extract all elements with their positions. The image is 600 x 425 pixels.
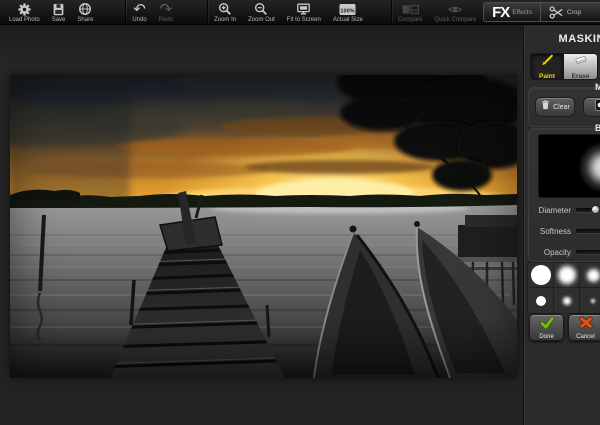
cancel-label: Cancel: [576, 333, 595, 340]
brush-preset-dot: [586, 268, 600, 282]
brush-preset-dot: [557, 266, 576, 284]
brush-preset-2[interactable]: [554, 263, 580, 288]
toolbar-button-label: Quick Compare: [434, 17, 477, 23]
toolbar-group: Load Photo Save Share: [3, 0, 99, 24]
brush-section: Brush Diameter Softness Opacity: [528, 123, 600, 262]
monitor-icon: [296, 2, 311, 16]
toolbar-button-label: Load Photo: [9, 17, 40, 23]
magnifier-plus-icon: [218, 2, 232, 16]
brush-preset-dot: [562, 296, 571, 305]
undo-arrow-icon: ↶: [133, 0, 146, 18]
toolbar-button-redo[interactable]: ↷ Redo: [153, 0, 179, 24]
diameter-slider-track[interactable]: [576, 205, 600, 214]
diameter-slider-knob[interactable]: [591, 205, 600, 214]
toolbar-button-share[interactable]: Share: [71, 0, 99, 24]
toolbar-button-label: Zoom Out: [248, 17, 275, 23]
cancel-button[interactable]: Cancel: [568, 314, 600, 341]
brush-preset-dot: [530, 265, 551, 285]
trash-icon: [540, 98, 551, 116]
toolbar-button-compare[interactable]: FX Compare: [392, 0, 429, 24]
toolbar-button-quick-compare[interactable]: Quick Compare: [429, 0, 483, 24]
fx-logo: FX: [492, 3, 510, 21]
toolbar-button-save[interactable]: Save: [46, 0, 72, 24]
brush-preset-4[interactable]: [528, 288, 554, 313]
fx-effects-label: Effects: [512, 8, 532, 16]
brush-section-header: Brush: [595, 123, 600, 133]
x-icon: [578, 315, 593, 334]
opacity-slider-track[interactable]: [576, 250, 600, 254]
toolbar-button-label: Actual Size: [332, 17, 363, 23]
softness-slider[interactable]: Softness: [531, 225, 600, 237]
brush-preset-6[interactable]: [580, 288, 600, 313]
softness-slider-track[interactable]: [576, 229, 600, 233]
compare-panels-icon: FX: [402, 2, 419, 16]
share-globe-icon: [78, 2, 92, 16]
toolbar-button-load-photo[interactable]: Load Photo: [3, 0, 46, 24]
svg-text:100%: 100%: [341, 8, 355, 14]
invert-mask-icon: [595, 98, 600, 116]
photo-scene: [10, 75, 517, 378]
toolbar-button-zoom-out[interactable]: Zoom Out: [242, 0, 281, 24]
slider-label: Opacity: [543, 247, 571, 257]
toolbar-button-label: Fit to Screen: [286, 17, 321, 23]
mask-section: Mask Clear: [528, 82, 600, 127]
brush-preview: [538, 134, 600, 198]
masking-panel: MASKING Paint Erase Mask Clear: [523, 25, 600, 425]
paint-erase-toggle: Paint Erase: [530, 53, 598, 80]
paint-brush-icon: [539, 53, 555, 72]
crop-label: Crop: [567, 8, 582, 16]
done-label: Done: [539, 333, 554, 340]
opacity-slider[interactable]: Opacity: [531, 246, 600, 258]
clear-label: Clear: [553, 103, 570, 111]
slider-label: Softness: [539, 226, 571, 236]
clear-mask-button[interactable]: Clear: [535, 97, 575, 117]
mask-section-header: Mask: [595, 82, 600, 92]
toolbar-button-label: Zoom In: [214, 17, 237, 23]
toolbar-button-undo[interactable]: ↶ Undo: [126, 0, 152, 24]
checkmark-icon: [539, 315, 555, 334]
toolbar-button-label: Save: [51, 17, 66, 23]
panel-title: MASKING: [558, 33, 600, 45]
toolbar-button-fit-to-screen[interactable]: Fit to Screen: [281, 0, 327, 24]
erase-label: Erase: [571, 73, 590, 80]
toolbar-button-label: Share: [77, 17, 94, 23]
erase-button[interactable]: Erase: [564, 53, 598, 80]
toolbar-button-label: Compare: [397, 17, 423, 23]
eye-icon: [447, 2, 463, 16]
toolbar-groups: Load Photo Save Share ↶ Undo ↷ Redo Zoom In Zoom…: [3, 0, 482, 24]
brush-preset-dot: [535, 295, 546, 306]
photo-editor-window: Load Photo Save Share ↶ Undo ↷ Redo Zoom In Zoom…: [0, 0, 600, 425]
brush-preset-1[interactable]: [528, 263, 554, 288]
crop-button[interactable]: Crop: [541, 2, 600, 22]
toolbar: Load Photo Save Share ↶ Undo ↷ Redo Zoom In Zoom…: [0, 0, 600, 25]
toolbar-button-label: Undo: [132, 17, 147, 23]
slider-label: Diameter: [538, 205, 571, 215]
svg-text:FX: FX: [412, 8, 419, 13]
floppy-disk-icon: [52, 2, 65, 16]
brush-preset-dot: [591, 298, 595, 303]
toolbar-button-actual-size[interactable]: 100% Actual Size: [327, 0, 369, 24]
paint-label: Paint: [539, 73, 555, 80]
gear-icon: [17, 2, 32, 16]
brush-preset-3[interactable]: [580, 263, 600, 288]
magnifier-minus-icon: [254, 2, 268, 16]
diameter-slider[interactable]: Diameter: [531, 204, 600, 216]
toolbar-group: FX Compare Quick Compare: [390, 0, 483, 24]
fx-effects-button[interactable]: FX Effects: [483, 2, 541, 22]
canvas-area: [0, 25, 523, 425]
eraser-icon: [573, 53, 589, 72]
paint-button[interactable]: Paint: [530, 53, 564, 80]
scissors-icon: [549, 5, 564, 19]
brush-preset-grid: [527, 262, 600, 314]
invert-mask-button[interactable]: [583, 97, 600, 117]
redo-arrow-icon: ↷: [159, 0, 173, 18]
toolbar-group: Zoom In Zoom Out Fit to Screen 100% Actual S…: [207, 0, 369, 24]
actual-size-badge-icon: 100%: [339, 2, 356, 16]
brush-preset-5[interactable]: [554, 288, 580, 313]
toolbar-button-zoom-in[interactable]: Zoom In: [208, 0, 242, 24]
done-button[interactable]: Done: [529, 314, 564, 341]
photo-image[interactable]: [10, 75, 517, 378]
toolbar-group: ↶ Undo ↷ Redo: [125, 0, 179, 24]
